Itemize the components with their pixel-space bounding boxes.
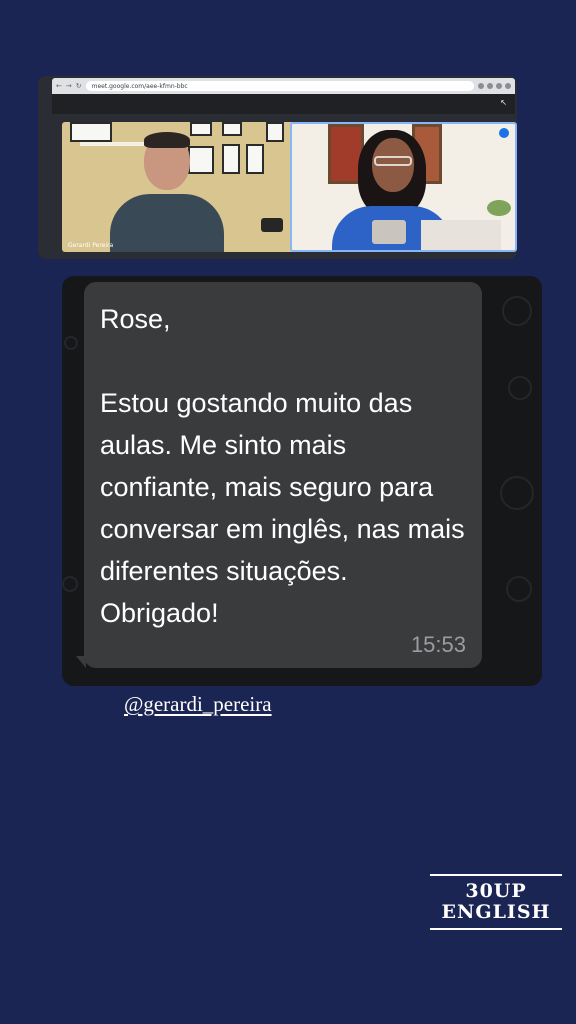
video-tile-right bbox=[290, 122, 517, 252]
back-icon: ← bbox=[56, 81, 62, 90]
wallpaper-doodle bbox=[62, 576, 78, 592]
extension-icon bbox=[496, 83, 502, 89]
smartphone bbox=[372, 220, 406, 244]
address-bar: meet.google.com/aee-kfmn-bbc bbox=[85, 81, 474, 91]
browser-toolbar: ← → ↻ meet.google.com/aee-kfmn-bbc bbox=[52, 78, 515, 94]
participant-name: Gerardi Pereira bbox=[68, 242, 114, 249]
address-bar-url: meet.google.com/aee-kfmn-bbc bbox=[91, 82, 188, 90]
laptop bbox=[421, 220, 501, 250]
glasses bbox=[374, 156, 412, 166]
wallpaper-doodle bbox=[500, 476, 534, 510]
picture-frame bbox=[188, 146, 214, 174]
plant bbox=[487, 200, 511, 216]
picture-frame bbox=[222, 144, 240, 174]
reload-icon: ↻ bbox=[75, 81, 82, 90]
wallpaper-doodle bbox=[502, 296, 532, 326]
video-call-screenshot: ← → ↻ meet.google.com/aee-kfmn-bbc ↖ Ger… bbox=[38, 76, 517, 259]
logo-line-1: 30UP bbox=[465, 880, 527, 902]
forward-icon: → bbox=[65, 81, 72, 90]
extension-icon bbox=[478, 83, 484, 89]
chat-screenshot: Rose, Estou gostando muito das aulas. Me… bbox=[62, 276, 542, 686]
message-bubble[interactable]: Rose, Estou gostando muito das aulas. Me… bbox=[84, 282, 482, 668]
picture-frame bbox=[222, 122, 242, 136]
message-timestamp: 15:53 bbox=[410, 632, 466, 657]
participant-hair bbox=[144, 132, 190, 148]
wallpaper-doodle bbox=[508, 376, 532, 400]
wallpaper-doodle bbox=[506, 576, 532, 602]
cursor-icon: ↖ bbox=[500, 98, 507, 107]
message-bubble-tail bbox=[76, 656, 86, 668]
video-tile-left: Gerardi Pereira bbox=[62, 122, 309, 252]
picture-frame bbox=[70, 122, 112, 142]
browser-extension-icons bbox=[478, 83, 511, 89]
user-mention-link[interactable]: @gerardi_pereira bbox=[124, 692, 272, 717]
logo-line-2: ENGLISH bbox=[441, 901, 551, 923]
picture-frame bbox=[266, 122, 284, 142]
brand-logo: 30UP ENGLISH bbox=[430, 874, 562, 930]
extension-icon bbox=[487, 83, 493, 89]
picture-frame bbox=[246, 144, 264, 174]
picture-frame bbox=[190, 122, 212, 136]
extension-icon bbox=[505, 83, 511, 89]
shelf bbox=[80, 142, 150, 146]
desk-phone bbox=[261, 218, 283, 232]
message-text: Rose, Estou gostando muito das aulas. Me… bbox=[100, 304, 465, 628]
meet-badge-icon bbox=[499, 128, 509, 138]
meet-header: ↖ bbox=[52, 94, 515, 114]
participant-body bbox=[110, 194, 224, 252]
wallpaper-doodle bbox=[64, 336, 78, 350]
